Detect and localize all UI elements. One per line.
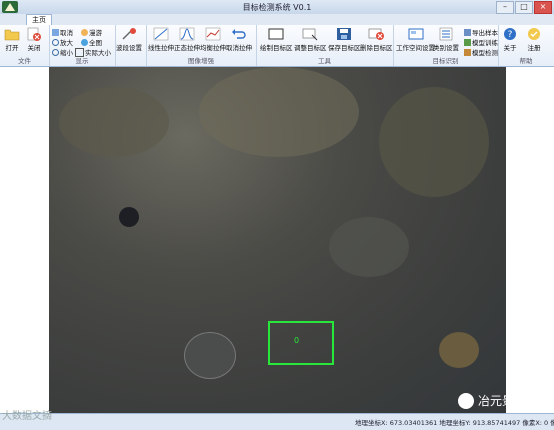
group-file: 打开 关闭 文件 [0, 25, 50, 66]
train-icon [464, 38, 471, 46]
title-bar: 目标检测系统 V0.1 – □ × [0, 0, 554, 15]
zoom-in-button[interactable]: 放大 [52, 37, 73, 47]
full-extent-button[interactable]: 全图 [81, 37, 102, 47]
close-file-button[interactable]: 关闭 [26, 27, 42, 52]
group-band: 波段设置 [115, 25, 147, 66]
cancel-stretch-button[interactable]: 取消拉伸 [226, 27, 252, 52]
cancel-button[interactable]: 取消 [52, 27, 73, 37]
window-title: 目标检测系统 V0.1 [242, 3, 312, 12]
category-settings-button[interactable]: 类别设置 [433, 27, 459, 52]
plankton-blob [119, 207, 139, 227]
plankton-blob [59, 87, 169, 157]
draw-target-button[interactable]: 绘制目标区 [260, 27, 293, 52]
maximize-button[interactable]: □ [515, 1, 533, 14]
about-button[interactable]: ? 关于 [502, 27, 518, 52]
band-settings-button[interactable]: 波段设置 [116, 27, 142, 52]
watermark-text: 大数据文摘 [2, 411, 52, 422]
tab-strip: 主页 [0, 14, 554, 26]
group-help-label: 帮助 [519, 57, 533, 65]
plankton-blob [329, 217, 409, 277]
equalize-stretch-button[interactable]: 均衡拉伸 [200, 27, 226, 52]
svg-text:?: ? [508, 30, 513, 40]
map-canvas[interactable]: 0 [0, 67, 554, 413]
target-label: 0 [294, 336, 300, 345]
draw-rect-icon [268, 28, 284, 40]
export-icon [464, 28, 471, 36]
close-file-label: 关闭 [27, 44, 41, 52]
coordinate-readout: 地理坐标X: 673.03401361 地理坐标Y: 913.85741497 … [355, 419, 554, 427]
plankton-blob [184, 332, 236, 379]
workspace-icon [408, 28, 423, 40]
group-tools: 绘制目标区 调整目标区 保存目标区 删除目标区 工具 [256, 25, 394, 66]
plankton-blob [199, 67, 359, 157]
group-file-label: 文件 [18, 57, 31, 65]
group-enhance-label: 图像增强 [188, 57, 214, 65]
category-list-icon [439, 27, 453, 41]
wechat-icon [458, 392, 474, 409]
close-window-button[interactable]: × [534, 1, 552, 14]
save-target-button[interactable]: 保存目标区 [328, 27, 361, 52]
group-display-label: 显示 [75, 57, 89, 65]
open-button[interactable]: 打开 [4, 27, 20, 52]
normal-stretch-button[interactable]: 正态拉伸 [174, 27, 200, 52]
register-icon [528, 28, 540, 40]
status-bar: 地理坐标X: 673.03401361 地理坐标Y: 913.85741497 … [0, 413, 554, 430]
linear-stretch-icon [153, 27, 169, 41]
help-icon: ? [504, 28, 516, 40]
group-tools-label: 工具 [318, 57, 331, 65]
band-settings-icon [122, 28, 136, 40]
delete-target-button[interactable]: 删除目标区 [360, 27, 393, 52]
undo-icon [232, 29, 246, 39]
normal-stretch-icon [179, 27, 195, 41]
zoom-in-icon [52, 38, 59, 46]
equalize-stretch-icon [205, 27, 221, 41]
roam-button[interactable]: 漫游 [81, 27, 102, 37]
group-recognition-label: 目标识别 [432, 57, 459, 65]
plankton-blob [379, 87, 489, 197]
target-selection-box[interactable]: 0 [268, 321, 334, 365]
model-train-button[interactable]: 模型训练 [464, 37, 498, 47]
linear-stretch-button[interactable]: 线性拉伸 [148, 27, 174, 52]
minimize-button[interactable]: – [496, 1, 514, 14]
wechat-text: 冶元景行 [478, 394, 527, 408]
save-rect-icon [337, 28, 352, 40]
ribbon: 打开 关闭 文件 取消 漫游 放大 全图 缩小 实际大小 显示 波段设置 线性拉… [0, 25, 554, 67]
group-recognition: 工作空间设置 类别设置 导出样本 模型训练 模型检测 目标识别 [393, 25, 499, 66]
group-enhance: 线性拉伸 正态拉伸 均衡拉伸 取消拉伸 图像增强 [146, 25, 257, 66]
open-label: 打开 [5, 44, 19, 52]
hand-icon [81, 28, 88, 36]
group-display: 取消 漫游 放大 全图 缩小 实际大小 显示 [49, 25, 116, 66]
cursor-icon [52, 28, 59, 36]
export-samples-button[interactable]: 导出样本 [464, 27, 498, 37]
adjust-target-button[interactable]: 调整目标区 [294, 27, 327, 52]
wechat-watermark: 冶元景行 [458, 392, 526, 409]
workspace-settings-button[interactable]: 工作空间设置 [396, 27, 435, 52]
globe-icon [81, 38, 88, 46]
group-help: ? 关于 注册 帮助 [498, 25, 554, 66]
register-button[interactable]: 注册 [526, 27, 542, 52]
close-file-icon [27, 27, 41, 41]
adjust-rect-icon [302, 28, 318, 41]
plankton-blob [439, 332, 479, 368]
folder-icon [4, 29, 20, 41]
delete-rect-icon [368, 28, 385, 40]
